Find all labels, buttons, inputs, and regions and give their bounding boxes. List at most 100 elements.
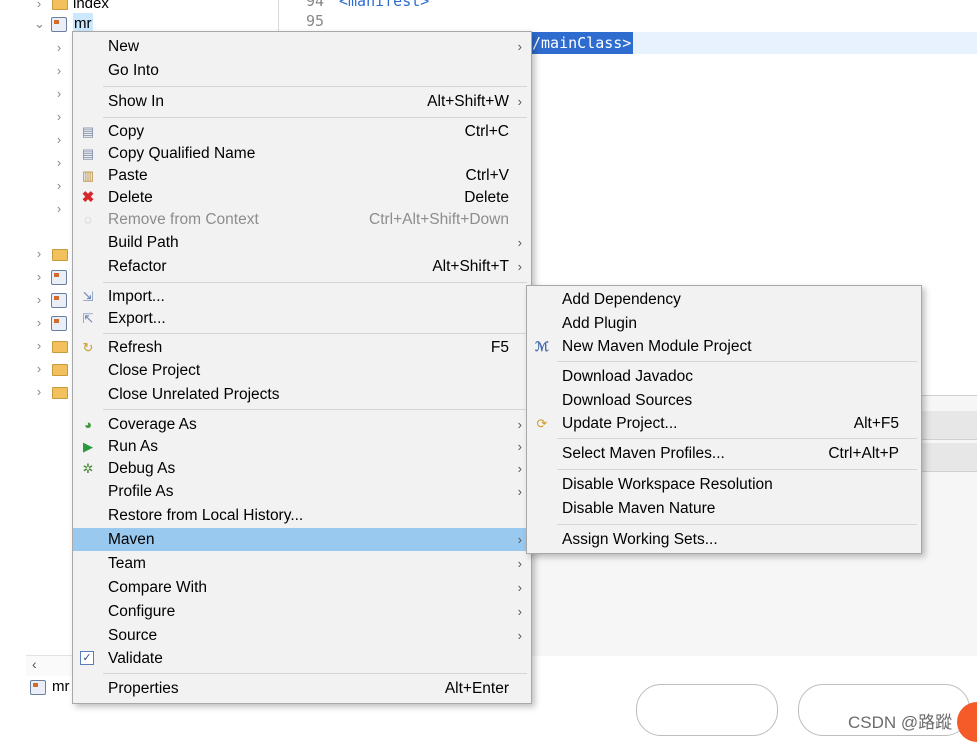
project-icon	[51, 270, 67, 285]
chevron-right-icon[interactable]: ›	[54, 132, 64, 148]
menu-separator	[103, 409, 527, 410]
menu-item-shortcut: Ctrl+C	[464, 123, 509, 140]
menu-item-paste[interactable]: ▥ Paste Ctrl+V	[73, 164, 531, 187]
checkbox-checked-icon: ✓	[80, 651, 94, 665]
chevron-right-icon[interactable]: ›	[34, 292, 44, 308]
menu-item-label: New	[108, 38, 140, 55]
menu-item-properties[interactable]: Properties Alt+Enter	[73, 677, 531, 700]
menu-item-build-path[interactable]: Build Path ›	[73, 231, 531, 254]
menu-item-label: Disable Workspace Resolution	[562, 476, 773, 493]
submenu-arrow-icon: ›	[517, 556, 522, 571]
menu-item-label: Restore from Local History...	[108, 507, 304, 524]
project-icon	[51, 293, 67, 308]
menu-item-maven[interactable]: Maven ›	[73, 528, 531, 551]
menu-item-copy[interactable]: ▤ Copy Ctrl+C	[73, 120, 531, 143]
menu-item-delete[interactable]: ✖ Delete Delete	[73, 186, 531, 209]
menu-item-profile-as[interactable]: Profile As ›	[73, 480, 531, 503]
menu-item-copy-qualified-name[interactable]: ▤ Copy Qualified Name	[73, 142, 531, 165]
menu-separator	[103, 333, 527, 334]
menu-item-label: Refresh	[108, 339, 163, 356]
menu-item-update-project[interactable]: ⟳ Update Project... Alt+F5	[527, 412, 921, 435]
chevron-right-icon[interactable]: ›	[54, 86, 64, 102]
chevron-right-icon[interactable]: ›	[34, 246, 44, 262]
menu-item-label: Configure	[108, 603, 176, 620]
menu-item-add-plugin[interactable]: Add Plugin	[527, 312, 921, 335]
line-number: 94	[306, 0, 325, 10]
menu-item-compare-with[interactable]: Compare With ›	[73, 576, 531, 599]
menu-item-export[interactable]: ⇱ Export...	[73, 307, 531, 330]
menu-item-new[interactable]: New ›	[73, 35, 531, 58]
menu-item-label: New Maven Module Project	[562, 338, 752, 355]
menu-item-shortcut: Alt+F5	[853, 415, 899, 432]
menu-item-label: Export...	[108, 310, 166, 327]
menu-item-disable-maven-nature[interactable]: Disable Maven Nature	[527, 497, 921, 520]
menu-item-label: Copy	[108, 123, 145, 140]
chevron-right-icon[interactable]: ›	[34, 315, 44, 331]
chevron-right-icon[interactable]: ›	[54, 155, 64, 171]
menu-item-label: Add Plugin	[562, 315, 637, 332]
coverage-icon: ◕	[84, 417, 92, 432]
chevron-right-icon[interactable]: ›	[54, 109, 64, 125]
menu-item-label: Delete	[108, 189, 153, 206]
menu-separator	[557, 524, 917, 525]
menu-item-label: Update Project...	[562, 415, 678, 432]
menu-separator	[103, 86, 527, 87]
menu-item-close-project[interactable]: Close Project	[73, 359, 531, 382]
export-icon: ⇱	[82, 311, 94, 326]
menu-item-show-in[interactable]: Show In Alt+Shift+W ›	[73, 90, 531, 113]
menu-item-download-javadoc[interactable]: Download Javadoc	[527, 365, 921, 388]
menu-item-assign-working-sets[interactable]: Assign Working Sets...	[527, 528, 921, 551]
menu-separator	[557, 361, 917, 362]
menu-item-add-dependency[interactable]: Add Dependency	[527, 288, 921, 311]
menu-item-label: Refactor	[108, 258, 167, 275]
copy-qualified-name-icon: ▤	[81, 146, 95, 161]
submenu-arrow-icon: ›	[517, 580, 522, 595]
menu-item-disable-workspace-resolution[interactable]: Disable Workspace Resolution	[527, 473, 921, 496]
page-button[interactable]	[636, 684, 778, 736]
maven-submenu: Add Dependency Add Plugin ℳ New Maven Mo…	[526, 285, 922, 554]
chevron-right-icon[interactable]: ›	[54, 178, 64, 194]
menu-item-download-sources[interactable]: Download Sources	[527, 389, 921, 412]
folder-icon	[52, 249, 68, 261]
menu-item-select-maven-profiles[interactable]: Select Maven Profiles... Ctrl+Alt+P	[527, 442, 921, 465]
menu-item-close-unrelated-projects[interactable]: Close Unrelated Projects	[73, 383, 531, 406]
menu-item-label: Coverage As	[108, 416, 197, 433]
menu-item-shortcut: Alt+Enter	[444, 680, 509, 697]
chevron-right-icon[interactable]: ›	[34, 0, 44, 12]
menu-item-validate[interactable]: ✓ Validate	[73, 647, 531, 670]
menu-item-go-into[interactable]: Go Into	[73, 59, 531, 82]
menu-item-refresh[interactable]: ↻ Refresh F5	[73, 336, 531, 359]
menu-item-label: Maven	[108, 531, 155, 548]
chevron-right-icon[interactable]: ›	[34, 384, 44, 400]
menu-item-restore-from-local-history[interactable]: Restore from Local History...	[73, 504, 531, 527]
chevron-down-icon[interactable]: ⌄	[34, 16, 45, 32]
scroll-left-icon[interactable]: ‹	[32, 656, 37, 672]
menu-item-configure[interactable]: Configure ›	[73, 600, 531, 623]
menu-item-import[interactable]: ⇲ Import...	[73, 285, 531, 308]
menu-item-label: Select Maven Profiles...	[562, 445, 725, 462]
menu-item-debug-as[interactable]: ✲ Debug As ›	[73, 457, 531, 480]
menu-item-refactor[interactable]: Refactor Alt+Shift+T ›	[73, 255, 531, 278]
submenu-arrow-icon: ›	[517, 439, 522, 454]
submenu-arrow-icon: ›	[517, 461, 522, 476]
submenu-arrow-icon: ›	[517, 532, 522, 547]
menu-item-remove-from-context: ◌ Remove from Context Ctrl+Alt+Shift+Dow…	[73, 208, 531, 231]
menu-item-coverage-as[interactable]: ◕ Coverage As ›	[73, 413, 531, 436]
chevron-right-icon[interactable]: ›	[54, 40, 64, 56]
menu-item-label: Download Javadoc	[562, 368, 693, 385]
chevron-right-icon[interactable]: ›	[54, 63, 64, 79]
menu-item-source[interactable]: Source ›	[73, 624, 531, 647]
menu-item-team[interactable]: Team ›	[73, 552, 531, 575]
chevron-right-icon[interactable]: ›	[34, 361, 44, 377]
menu-item-label: Team	[108, 555, 146, 572]
menu-item-run-as[interactable]: ▶ Run As ›	[73, 435, 531, 458]
chevron-right-icon[interactable]: ›	[54, 201, 64, 217]
line-number: 95	[306, 12, 325, 30]
chevron-right-icon[interactable]: ›	[34, 269, 44, 285]
menu-item-shortcut: Delete	[464, 189, 509, 206]
menu-item-label: Debug As	[108, 460, 176, 477]
menu-item-shortcut: Alt+Shift+W	[427, 93, 509, 110]
chevron-right-icon[interactable]: ›	[34, 338, 44, 354]
menu-item-new-maven-module-project[interactable]: ℳ New Maven Module Project	[527, 335, 921, 358]
code-line: <manifest>	[339, 0, 430, 10]
